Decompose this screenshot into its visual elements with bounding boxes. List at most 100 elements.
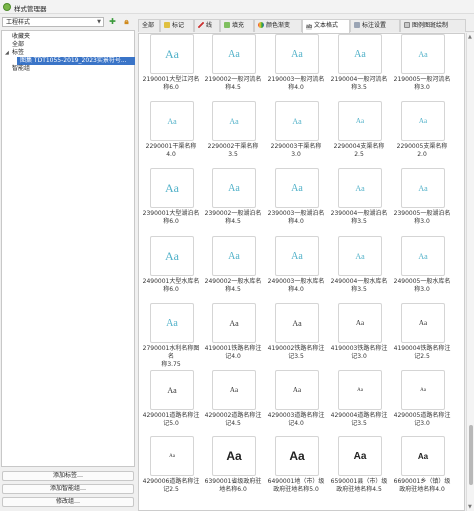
style-item[interactable]: Aa 2190002一般河流名 称4.5	[203, 34, 263, 96]
style-item[interactable]: Aa 4190002铁路名称注 记3.5	[266, 303, 326, 365]
style-item[interactable]: Aa 2290004支渠名称2.5	[329, 101, 389, 163]
style-item-label: 4290003道路名称注 记4.0	[266, 412, 326, 428]
text-preview-icon: Aa	[150, 34, 194, 74]
scroll-up-arrow-icon[interactable]: ▲	[468, 34, 472, 40]
style-item[interactable]: Aa 2190001大型江河名 称6.0	[141, 34, 201, 96]
style-item[interactable]: Aa 4290003道路名称注 记4.0	[266, 370, 326, 432]
style-item-label: 6390001省级政府驻 地名称6.0	[203, 478, 263, 494]
add-tag-button[interactable]: 添加标签…	[2, 471, 134, 481]
style-item[interactable]: Aa 2490001大型水库名 称6.0	[141, 236, 201, 298]
tree-item-smart-groups[interactable]: 智能组	[12, 65, 30, 73]
style-item[interactable]: Aa 2190003一般河流名 称4.0	[266, 34, 326, 96]
tab-all-label: 全部	[142, 22, 155, 29]
style-item[interactable]: Aa 4190001铁路名称注 记4.0	[203, 303, 263, 365]
preview-text: Aa	[418, 49, 428, 59]
window-title: 样式管理器	[14, 5, 47, 13]
text-preview-icon: Aa	[150, 303, 194, 343]
style-item-label-line2: 记2.5	[163, 486, 179, 493]
text-preview-icon: Aa	[275, 34, 319, 74]
modify-group-button[interactable]: 修改组…	[2, 497, 134, 507]
style-item[interactable]: Aa 4190003铁路名称注 记3.0	[329, 303, 389, 365]
style-item-label: 2390003一般湖泊名 称4.0	[266, 210, 326, 226]
preview-text: Aa	[291, 250, 303, 262]
group-tree[interactable]: 收藏夹 全部 ◢ 标签 图集 TDT1055-2019_2023实景符号... …	[1, 30, 135, 467]
style-item[interactable]: Aa 2290005支渠名称2.0	[392, 101, 452, 163]
text-preview-icon: Aa	[150, 436, 194, 476]
text-preview-icon: Aa	[401, 370, 445, 410]
style-item[interactable]: Aa 2490005一般水库名 称3.0	[392, 236, 452, 298]
lock-icon[interactable]: 🔒︎	[122, 17, 131, 26]
style-item-label: 4290004道路名称注 记3.5	[329, 412, 389, 428]
tab-line[interactable]: 线	[194, 19, 220, 32]
preview-text: Aa	[165, 180, 179, 195]
scroll-down-arrow-icon[interactable]: ▼	[468, 504, 472, 510]
add-smart-group-button[interactable]: 添加智能组…	[2, 484, 134, 494]
text-preview-icon: Aa	[338, 236, 382, 276]
style-item-label-line2: 记4.0	[225, 353, 241, 360]
style-item-label: 2490001大型水库名 称6.0	[141, 278, 201, 294]
style-item[interactable]: Aa 4290002道路名称注 记4.5	[203, 370, 263, 432]
tab-legend-patch[interactable]: 图例图斑绘制	[400, 19, 466, 32]
preview-text: Aa	[229, 116, 239, 126]
tab-fill[interactable]: 填充	[220, 19, 254, 32]
preview-text: Aa	[420, 387, 426, 393]
style-item[interactable]: Aa 2490003一般水库名 称4.0	[266, 236, 326, 298]
style-item[interactable]: Aa 4290001道路名称注 记5.0	[141, 370, 201, 432]
style-item[interactable]: Aa 2190005一般河流名 称3.0	[392, 34, 452, 96]
style-item[interactable]: Aa 2390002一般湖泊名 称4.5	[203, 168, 263, 230]
style-item[interactable]: Aa 4190004铁路名称注 记2.5	[392, 303, 452, 365]
style-item-label-line1: 2190005一般河流名	[393, 76, 451, 83]
tab-label-settings[interactable]: 标注设置	[350, 19, 400, 32]
tree-item-atlas[interactable]: 图集 TDT1055-2019_2023实景符号...	[17, 57, 135, 65]
style-item-label: 4190004铁路名称注 记2.5	[392, 345, 452, 361]
tab-text-format[interactable]: ab 文本格式	[302, 19, 350, 33]
text-preview-icon: Aa	[275, 370, 319, 410]
style-item[interactable]: Aa 6590001县（市）级 政府驻地名称4.5	[329, 436, 389, 498]
style-item[interactable]: Aa 2290001干渠名称4.0	[141, 101, 201, 163]
scrollbar-thumb[interactable]	[469, 425, 473, 485]
style-item[interactable]: Aa 2290003干渠名称3.0	[266, 101, 326, 163]
tab-all[interactable]: 全部	[138, 19, 160, 32]
tab-label-settings-label: 标注设置	[362, 22, 387, 29]
expand-caret-icon[interactable]: ◢	[5, 49, 9, 57]
tab-color-ramp[interactable]: 颜色渐变	[254, 19, 302, 32]
vertical-scrollbar[interactable]: ▲ ▼	[466, 33, 474, 511]
style-item-label-line1: 6690001乡（镇）级	[393, 478, 451, 485]
style-database-select[interactable]: 工程样式 ▼	[2, 17, 104, 27]
style-item[interactable]: Aa 2390005一般湖泊名 称3.0	[392, 168, 452, 230]
style-item-label-line1: 2290001干渠名称4.0	[145, 143, 197, 158]
tab-marker[interactable]: 标记	[160, 19, 194, 32]
style-item-label: 2190001大型江河名 称6.0	[141, 76, 201, 92]
style-item[interactable]: Aa 6390001省级政府驻 地名称6.0	[203, 436, 263, 498]
style-item-label: 4290005道路名称注 记3.0	[392, 412, 452, 428]
style-item[interactable]: Aa 4290004道路名称注 记3.5	[329, 370, 389, 432]
tree-item-tags[interactable]: ◢ 标签	[5, 49, 24, 57]
style-item[interactable]: Aa 2190004一般河流名 称3.5	[329, 34, 389, 96]
style-item[interactable]: Aa 2390001大型湖泊名 称6.0	[141, 168, 201, 230]
style-item[interactable]: Aa 6490001地（市）级 政府驻地名称5.0	[266, 436, 326, 498]
style-item-label: 4190003铁路名称注 记3.0	[329, 345, 389, 361]
style-item-label-line2: 称3.75	[161, 361, 181, 368]
style-item-label-line2: 称4.0	[288, 286, 304, 293]
style-item[interactable]: Aa 2390004一般湖泊名 称3.5	[329, 168, 389, 230]
tree-item-all[interactable]: 全部	[12, 41, 24, 49]
legend-patch-icon	[404, 22, 410, 28]
style-item[interactable]: Aa 2390003一般湖泊名 称4.0	[266, 168, 326, 230]
style-item[interactable]: Aa 2490004一般水库名 称3.5	[329, 236, 389, 298]
text-preview-icon: Aa	[150, 101, 194, 141]
style-item[interactable]: Aa 4290005道路名称注 记3.0	[392, 370, 452, 432]
add-icon[interactable]: ✚	[108, 17, 117, 26]
tab-marker-label: 标记	[172, 22, 185, 29]
style-item-label-line1: 4190003铁路名称注	[330, 345, 388, 352]
style-item[interactable]: Aa 4290006道路名称注 记2.5	[141, 436, 201, 498]
style-item-label-line1: 2290005支渠名称2.0	[396, 143, 448, 158]
style-item[interactable]: Aa 2290002干渠名称3.5	[203, 101, 263, 163]
style-item[interactable]: Aa 2790001水利名称图名 称3.75	[141, 303, 201, 368]
style-item[interactable]: Aa 2490002一般水库名 称4.5	[203, 236, 263, 298]
style-item-label: 2190005一般河流名 称3.0	[392, 76, 452, 92]
tree-item-favorites[interactable]: 收藏夹	[12, 33, 30, 41]
label-settings-icon	[354, 22, 360, 28]
style-item[interactable]: Aa 6690001乡（镇）级 政府驻地名称4.0	[392, 436, 452, 498]
style-grid[interactable]: Aa 2190001大型江河名 称6.0 Aa 2190002一般河流名 称4.5 Aa 21…	[138, 33, 465, 511]
text-preview-icon: Aa	[212, 436, 256, 476]
